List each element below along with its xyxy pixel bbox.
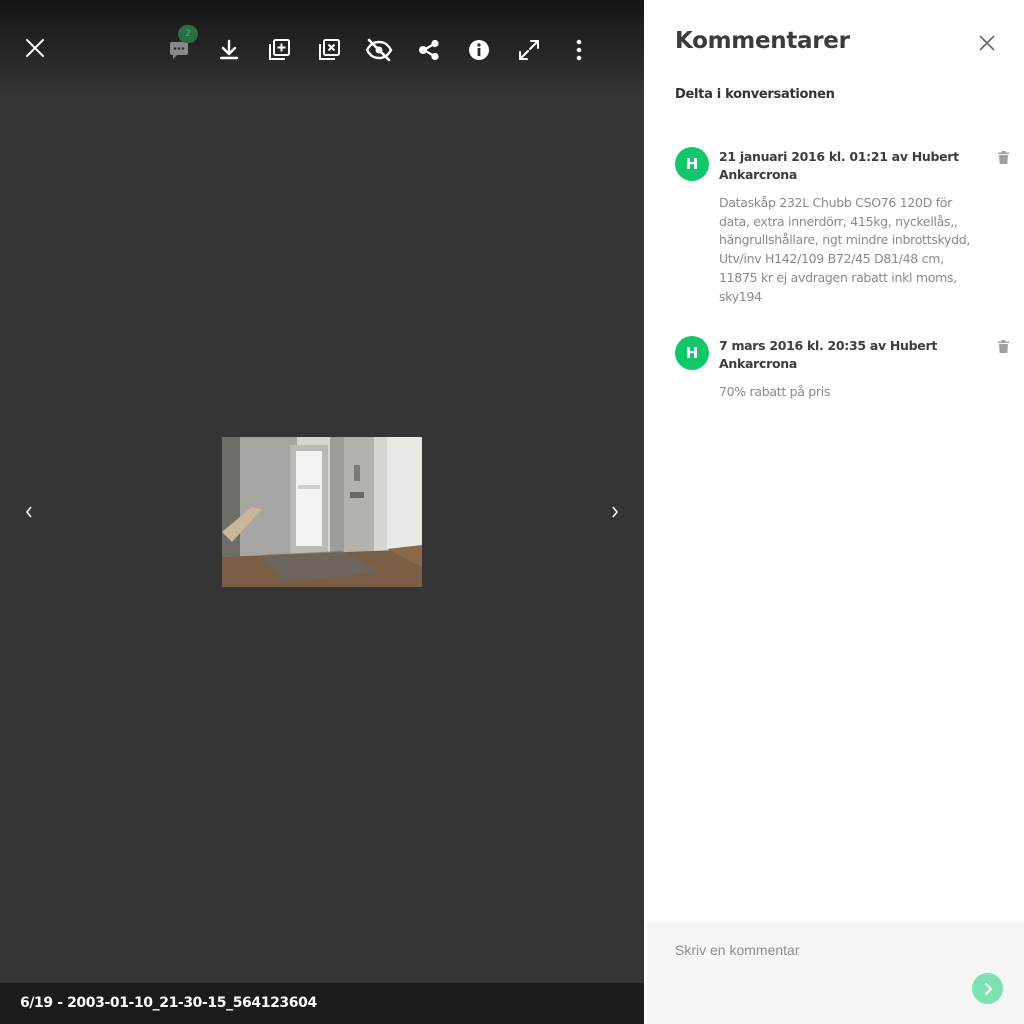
photo-image [222,437,422,587]
chevron-right-icon [612,506,619,518]
next-photo-button[interactable] [603,500,627,524]
remove-from-album-button[interactable] [313,34,345,66]
fullscreen-icon [519,40,539,60]
share-button[interactable] [413,34,445,66]
send-comment-button[interactable] [972,973,1003,1004]
avatar: H [675,147,709,181]
previous-photo-button[interactable] [17,500,41,524]
comment-count-badge: 2 [178,25,198,43]
close-icon [979,35,995,51]
photo-viewer: 2 6/19 - 2003-01-10_21-30-15_564123604 [0,0,644,1024]
delete-comment-button[interactable] [995,149,1011,165]
comments-panel: Kommentarer Delta i konversationen H 21 … [644,0,1024,1024]
remove-from-album-icon [319,39,340,60]
comment-composer [647,922,1024,1024]
trash-icon [997,150,1009,164]
delete-comment-button[interactable] [995,338,1011,354]
info-icon [469,40,489,60]
fullscreen-button[interactable] [513,34,545,66]
comment-header: 21 januari 2016 kl. 01:21 av Hubert Anka… [719,149,959,182]
chevron-left-icon [25,506,32,518]
more-options-button[interactable] [563,34,595,66]
trash-icon [997,339,1009,353]
add-to-album-icon [269,39,290,60]
hide-button[interactable] [363,34,395,66]
share-icon [419,39,439,61]
chevron-right-icon [984,982,992,995]
download-icon [219,39,239,60]
comment-body: Dataskåp 232L Chubb CSO76 120D för data,… [719,195,971,304]
download-button[interactable] [213,34,245,66]
close-viewer-button[interactable] [19,32,51,64]
add-to-album-button[interactable] [263,34,295,66]
photo-caption: 6/19 - 2003-01-10_21-30-15_564123604 [0,983,644,1024]
panel-title: Kommentarer [675,28,850,54]
comment-body: 70% rabatt på pris [719,384,831,399]
avatar: H [675,336,709,370]
close-panel-button[interactable] [974,30,1000,56]
more-options-icon [576,39,582,61]
panel-subtitle: Delta i konversationen [675,87,835,102]
close-icon [26,39,44,57]
viewer-toolbar: 2 [0,0,644,96]
hide-icon [365,38,393,62]
comment-header: 7 mars 2016 kl. 20:35 av Hubert Ankarcro… [719,338,938,371]
comment-input[interactable] [675,938,975,962]
info-button[interactable] [463,34,495,66]
